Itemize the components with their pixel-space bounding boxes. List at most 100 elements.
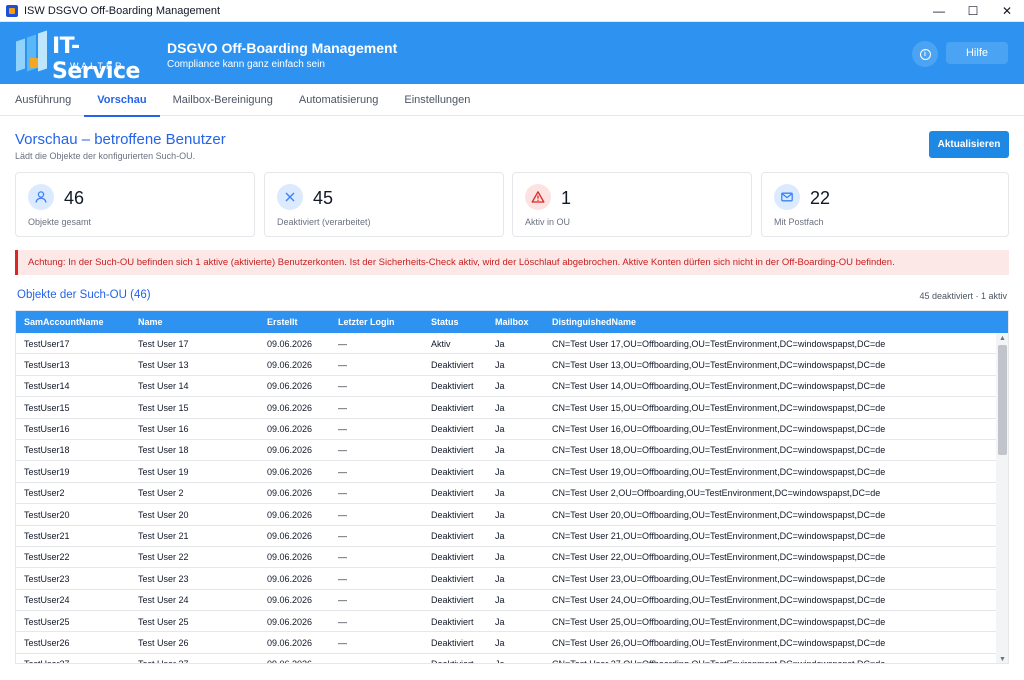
maximize-button[interactable]: ☐ — [956, 0, 990, 22]
page-title: Vorschau – betroffene Benutzer — [15, 131, 226, 148]
stat-label: Aktiv in OU — [525, 217, 571, 227]
table-row[interactable]: TestUser27 Test User 27 09.06.2026 — Deaktiv… — [16, 654, 996, 663]
cell-mailbox: Ja — [495, 359, 505, 370]
stat-value: 46 — [64, 188, 85, 208]
table-row[interactable]: TestUser15 Test User 15 09.06.2026 — Deaktiv… — [16, 397, 996, 419]
table-title: Objekte der Such-OU (46) — [17, 289, 151, 301]
logo-text: IT-Service — [52, 34, 140, 84]
cell-status: Aktiv — [431, 338, 451, 349]
cell-erstellt: 09.06.2026 — [267, 424, 313, 435]
cell-distinguishedname: CN=Test User 19,OU=Offboarding,OU=TestEn… — [552, 466, 886, 477]
minimize-button[interactable]: — — [922, 0, 956, 22]
column-header-samaccountname[interactable]: SamAccountName — [24, 311, 104, 333]
cell-status: Deaktiviert — [431, 445, 474, 456]
cell-distinguishedname: CN=Test User 25,OU=Offboarding,OU=TestEn… — [552, 616, 886, 627]
table-row[interactable]: TestUser25 Test User 25 09.06.2026 — Deaktiv… — [16, 611, 996, 633]
cell-samaccountname: TestUser2 — [24, 488, 65, 499]
table-row[interactable]: TestUser21 Test User 21 09.06.2026 — Deaktiv… — [16, 526, 996, 547]
cell-mailbox: Ja — [495, 402, 505, 413]
scroll-up-icon[interactable]: ▲ — [996, 333, 1008, 343]
window-titlebar: ISW DSGVO Off-Boarding Management — ☐ ✕ — [0, 0, 1024, 22]
refresh-button[interactable]: Aktualisieren — [929, 131, 1009, 158]
stat-value: 45 — [313, 188, 334, 208]
table-row[interactable]: TestUser22 Test User 22 09.06.2026 — Deaktiv… — [16, 547, 996, 569]
table-scrollbar[interactable]: ▲ ▼ — [996, 333, 1008, 663]
column-header-name[interactable]: Name — [138, 311, 163, 333]
cell-status: Deaktiviert — [431, 466, 474, 477]
cell-letzter-login: — — [338, 445, 347, 456]
cell-mailbox: Ja — [495, 573, 505, 584]
tab-mailbox-bereinigung[interactable]: Mailbox-Bereinigung — [160, 84, 286, 116]
cell-name: Test User 14 — [138, 381, 189, 392]
table-row[interactable]: TestUser20 Test User 20 09.06.2026 — Deaktiv… — [16, 504, 996, 526]
table-row[interactable]: TestUser16 Test User 16 09.06.2026 — Deaktiv… — [16, 419, 996, 440]
tab-ausfuehrung[interactable]: Ausführung — [2, 84, 84, 116]
cell-name: Test User 22 — [138, 552, 189, 563]
cell-status: Deaktiviert — [431, 509, 474, 520]
tab-automatisierung[interactable]: Automatisierung — [286, 84, 392, 116]
cell-distinguishedname: CN=Test User 18,OU=Offboarding,OU=TestEn… — [552, 445, 886, 456]
cell-status: Deaktiviert — [431, 595, 474, 606]
cell-mailbox: Ja — [495, 338, 505, 349]
table-row[interactable]: TestUser23 Test User 23 09.06.2026 — Deaktiv… — [16, 568, 996, 590]
info-button[interactable]: i — [912, 41, 938, 67]
cell-name: Test User 25 — [138, 616, 189, 627]
cell-erstellt: 09.06.2026 — [267, 402, 313, 413]
column-header-status[interactable]: Status — [431, 311, 459, 333]
cell-status: Deaktiviert — [431, 637, 474, 648]
tab-vorschau[interactable]: Vorschau — [84, 84, 160, 117]
cell-distinguishedname: CN=Test User 24,OU=Offboarding,OU=TestEn… — [552, 595, 886, 606]
cell-mailbox: Ja — [495, 424, 505, 435]
company-logo: IT-Service WALTER — [16, 30, 156, 84]
cell-name: Test User 27 — [138, 654, 189, 663]
cell-erstellt: 09.06.2026 — [267, 616, 313, 627]
cell-samaccountname: TestUser13 — [24, 359, 70, 370]
user-icon — [28, 184, 54, 210]
table-row[interactable]: TestUser17 Test User 17 09.06.2026 — Aktiv Ja… — [16, 333, 996, 355]
help-button[interactable]: Hilfe — [946, 42, 1008, 64]
cell-status: Deaktiviert — [431, 381, 474, 392]
x-icon — [277, 184, 303, 210]
scrollbar-thumb[interactable] — [998, 345, 1007, 455]
table-row[interactable]: TestUser13 Test User 13 09.06.2026 — Deaktiv… — [16, 354, 996, 376]
table-row[interactable]: TestUser18 Test User 18 09.06.2026 — Deaktiv… — [16, 440, 996, 462]
cell-samaccountname: TestUser16 — [24, 424, 70, 435]
column-header-distinguishedname[interactable]: DistinguishedName — [552, 311, 636, 333]
stat-card-mailbox: 22 Mit Postfach — [761, 172, 1009, 237]
cell-mailbox: Ja — [495, 466, 505, 477]
cell-mailbox: Ja — [495, 616, 505, 627]
tab-einstellungen[interactable]: Einstellungen — [391, 84, 483, 116]
app-subtitle: Compliance kann ganz einfach sein — [167, 59, 325, 70]
close-button[interactable]: ✕ — [990, 0, 1024, 22]
cell-letzter-login: — — [338, 616, 347, 627]
column-header-letzter-login[interactable]: Letzter Login — [338, 311, 395, 333]
cell-status: Deaktiviert — [431, 402, 474, 413]
table-summary: 45 deaktiviert · 1 aktiv — [919, 291, 1007, 301]
cell-distinguishedname: CN=Test User 15,OU=Offboarding,OU=TestEn… — [552, 402, 886, 413]
users-table: SamAccountName Name Erstellt Letzter Log… — [15, 310, 1009, 664]
table-row[interactable]: TestUser2 Test User 2 09.06.2026 — Deaktivie… — [16, 483, 996, 505]
cell-mailbox: Ja — [495, 552, 505, 563]
cell-erstellt: 09.06.2026 — [267, 488, 313, 499]
cell-name: Test User 15 — [138, 402, 189, 413]
cell-samaccountname: TestUser15 — [24, 402, 70, 413]
table-row[interactable]: TestUser24 Test User 24 09.06.2026 — Deaktiv… — [16, 590, 996, 612]
column-header-mailbox[interactable]: Mailbox — [495, 311, 529, 333]
cell-samaccountname: TestUser21 — [24, 531, 70, 542]
app-header: IT-Service WALTER DSGVO Off-Boarding Man… — [0, 22, 1024, 84]
stat-value: 1 — [561, 188, 572, 208]
cell-name: Test User 16 — [138, 424, 189, 435]
cell-mailbox: Ja — [495, 595, 505, 606]
cell-letzter-login: — — [338, 488, 347, 499]
cell-status: Deaktiviert — [431, 359, 474, 370]
scroll-down-icon[interactable]: ▼ — [996, 654, 1008, 663]
cell-samaccountname: TestUser20 — [24, 509, 70, 520]
column-header-erstellt[interactable]: Erstellt — [267, 311, 298, 333]
table-row[interactable]: TestUser19 Test User 19 09.06.2026 — Deaktiv… — [16, 461, 996, 483]
table-row[interactable]: TestUser14 Test User 14 09.06.2026 — Deaktiv… — [16, 376, 996, 398]
table-row[interactable]: TestUser26 Test User 26 09.06.2026 — Deaktiv… — [16, 632, 996, 654]
cell-distinguishedname: CN=Test User 20,OU=Offboarding,OU=TestEn… — [552, 509, 886, 520]
stat-card-deactivated: 45 Deaktiviert (verarbeitet) — [264, 172, 504, 237]
logo-subtext: WALTER — [70, 61, 125, 71]
cell-name: Test User 19 — [138, 466, 189, 477]
